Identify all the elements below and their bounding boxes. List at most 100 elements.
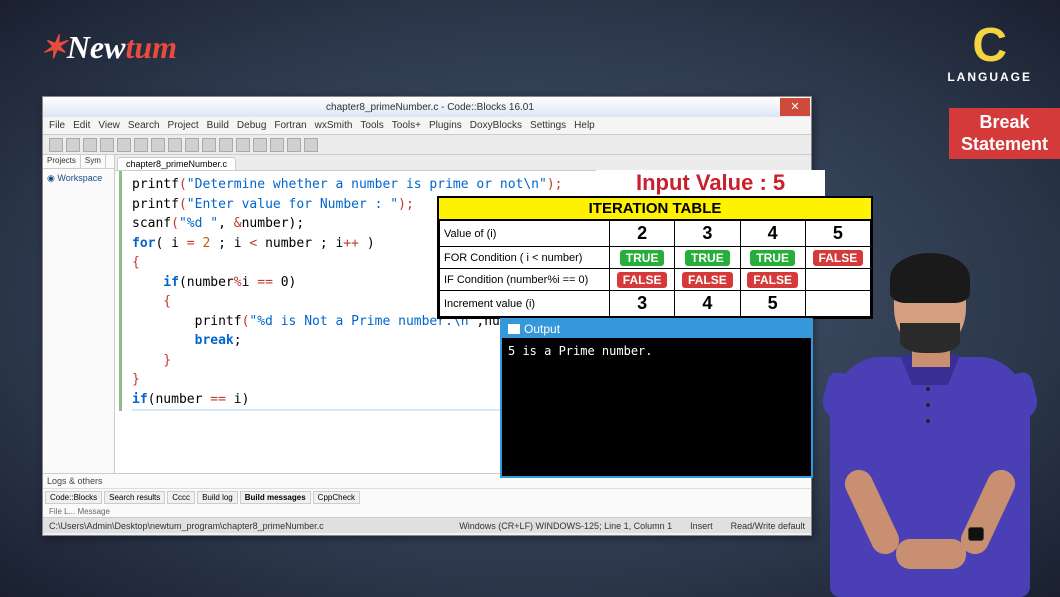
menu-edit[interactable]: Edit [73, 120, 90, 131]
cell: 4 [675, 291, 740, 317]
ide-sidebar[interactable]: Projects Sym ◉ Workspace [43, 155, 115, 473]
menu-settings[interactable]: Settings [530, 120, 566, 131]
row-label: Value of (i) [440, 221, 610, 247]
toolbar-icon[interactable] [66, 138, 80, 152]
toolbar-icon[interactable] [202, 138, 216, 152]
cell: TRUE [610, 247, 675, 269]
console-output: 5 is a Prime number. [502, 338, 811, 364]
toolbar-icon[interactable] [117, 138, 131, 152]
menu-view[interactable]: View [98, 120, 120, 131]
cell: TRUE [740, 247, 805, 269]
console-titlebar: Output [502, 320, 811, 338]
menu-plugins[interactable]: Plugins [429, 120, 462, 131]
table-row: Increment value (i) 3 4 5 [440, 291, 871, 317]
toolbar-icon[interactable] [185, 138, 199, 152]
presenter-hair [890, 253, 970, 303]
cell: FALSE [610, 269, 675, 291]
console-title: Output [524, 322, 560, 336]
status-path: C:\Users\Admin\Desktop\newtum_program\ch… [49, 521, 441, 531]
console-icon [508, 324, 520, 334]
ide-statusbar: C:\Users\Admin\Desktop\newtum_program\ch… [43, 517, 811, 533]
toolbar-icon[interactable] [253, 138, 267, 152]
menu-help[interactable]: Help [574, 120, 595, 131]
presenter-figure [820, 267, 1040, 597]
cell: 2 [610, 221, 675, 247]
sidebar-tab-projects[interactable]: Projects [43, 155, 81, 168]
menu-debug[interactable]: Debug [237, 120, 266, 131]
cell: FALSE [805, 247, 870, 269]
menu-tools[interactable]: Tools [360, 120, 383, 131]
close-icon[interactable]: ✕ [780, 98, 810, 116]
menu-project[interactable]: Project [168, 120, 199, 131]
bp-tab-cccc[interactable]: Cccc [167, 491, 195, 504]
toolbar-icon[interactable] [270, 138, 284, 152]
language-label: LANGUAGE [947, 70, 1032, 84]
ide-bottom-pane[interactable]: Logs & others Code::Blocks Search result… [43, 473, 811, 517]
toolbar-icon[interactable] [134, 138, 148, 152]
ide-titlebar[interactable]: chapter8_primeNumber.c - Code::Blocks 16… [43, 97, 811, 117]
editor-tabstrip[interactable]: chapter8_primeNumber.c [115, 155, 811, 171]
cell: 3 [610, 291, 675, 317]
workspace-node[interactable]: ◉ Workspace [43, 169, 114, 188]
language-badge: C LANGUAGE [947, 22, 1032, 84]
menu-fortran[interactable]: Fortran [274, 120, 306, 131]
toolbar-icon[interactable] [236, 138, 250, 152]
cell: 4 [740, 221, 805, 247]
sidebar-tab-symbols[interactable]: Sym [81, 155, 106, 168]
toolbar-icon[interactable] [49, 138, 63, 152]
iteration-heading: ITERATION TABLE [439, 198, 871, 220]
row-label: IF Condition (number%i == 0) [440, 269, 610, 291]
presenter-beard [900, 323, 960, 353]
table-row: FOR Condition ( i < number) TRUE TRUE TR… [440, 247, 871, 269]
cell: 3 [675, 221, 740, 247]
toolbar-icon[interactable] [168, 138, 182, 152]
bp-tab-cppcheck[interactable]: CppCheck [313, 491, 360, 504]
menu-wxsmith[interactable]: wxSmith [315, 120, 353, 131]
ide-title: chapter8_primeNumber.c - Code::Blocks 16… [49, 102, 811, 113]
status-insert: Insert [690, 521, 713, 531]
logo-part1: New [67, 29, 126, 65]
toolbar-icon[interactable] [83, 138, 97, 152]
logo: ✶Newtum [40, 28, 177, 66]
cell: 5 [805, 221, 870, 247]
table-row: Value of (i) 2 3 4 5 [440, 221, 871, 247]
bottom-pane-columns: File L... Message [43, 506, 811, 517]
iteration-grid: Value of (i) 2 3 4 5 FOR Condition ( i <… [439, 220, 871, 317]
row-label: FOR Condition ( i < number) [440, 247, 610, 269]
menu-doxyblocks[interactable]: DoxyBlocks [470, 120, 522, 131]
status-readwrite: Read/Write default [731, 521, 805, 531]
logo-part2: tum [125, 29, 177, 65]
row-label: Increment value (i) [440, 291, 610, 317]
ide-toolbar[interactable] [43, 135, 811, 155]
bottom-pane-tabs[interactable]: Code::Blocks Search results Cccc Build l… [43, 489, 811, 506]
topic-line2: Statement [961, 134, 1048, 156]
menu-build[interactable]: Build [207, 120, 229, 131]
bp-tab-buildmsg[interactable]: Build messages [240, 491, 311, 504]
menu-file[interactable]: File [49, 120, 65, 131]
toolbar-icon[interactable] [304, 138, 318, 152]
cell: 5 [740, 291, 805, 317]
bp-tab-codeblocks[interactable]: Code::Blocks [45, 491, 102, 504]
toolbar-icon[interactable] [287, 138, 301, 152]
editor-tab[interactable]: chapter8_primeNumber.c [117, 157, 236, 170]
toolbar-icon[interactable] [100, 138, 114, 152]
presenter-buttons [926, 387, 930, 437]
input-value-label: Input Value : 5 [596, 170, 825, 196]
logo-accent-icon: ✶ [40, 29, 67, 65]
bp-tab-search[interactable]: Search results [104, 491, 165, 504]
topic-label: Break Statement [949, 108, 1060, 159]
topic-line1: Break [961, 112, 1048, 134]
toolbar-icon[interactable] [151, 138, 165, 152]
ide-menubar[interactable]: File Edit View Search Project Build Debu… [43, 117, 811, 135]
cell: FALSE [675, 269, 740, 291]
bp-tab-buildlog[interactable]: Build log [197, 491, 238, 504]
menu-search[interactable]: Search [128, 120, 160, 131]
workspace-label: Workspace [57, 173, 102, 183]
sidebar-tabs[interactable]: Projects Sym [43, 155, 114, 169]
language-letter: C [947, 22, 1032, 70]
presenter-hands [896, 539, 966, 569]
toolbar-icon[interactable] [219, 138, 233, 152]
presenter-watch [968, 527, 984, 541]
output-console: Output 5 is a Prime number. [500, 318, 813, 478]
menu-toolsplus[interactable]: Tools+ [392, 120, 421, 131]
